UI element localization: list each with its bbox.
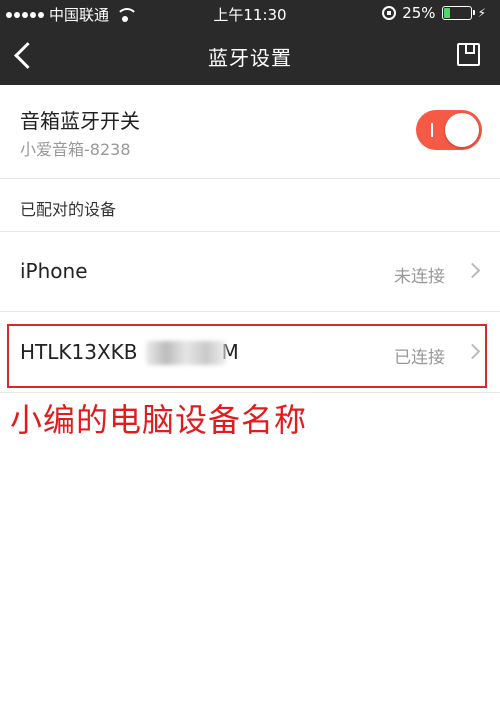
speaker-bluetooth-label: 音箱蓝牙开关 [20, 109, 140, 133]
speaker-bluetooth-row: 音箱蓝牙开关 小爱音箱-8238 [0, 85, 500, 179]
toggle-on-indicator [431, 123, 433, 137]
status-bar: 中国联通 上午11:30 25% ⚡ [0, 0, 500, 28]
charging-icon: ⚡ [477, 6, 486, 20]
status-right: 25% ⚡ [382, 4, 486, 22]
section-title: 已配对的设备 [20, 200, 117, 219]
annotation-text: 小编的电脑设备名称 [10, 401, 308, 439]
battery-fill [443, 8, 451, 18]
header: 中国联通 上午11:30 25% ⚡ 蓝牙设置 [0, 0, 500, 85]
battery-icon [441, 6, 475, 20]
highlight-box [7, 324, 487, 388]
rotation-lock-icon [382, 6, 397, 20]
battery-percent: 25% [402, 4, 436, 22]
device-row-iphone[interactable]: iPhone 未连接 [0, 232, 500, 312]
page-title: 蓝牙设置 [208, 46, 292, 70]
toggle-knob [445, 113, 479, 147]
bluetooth-toggle[interactable] [416, 110, 482, 150]
nav-bar: 蓝牙设置 [0, 28, 500, 85]
paired-devices-header: 已配对的设备 [0, 180, 500, 232]
device-status: 未连接 [394, 267, 445, 287]
chevron-right-icon [464, 262, 481, 279]
speaker-name: 小爱音箱-8238 [20, 140, 131, 159]
save-button[interactable] [457, 43, 480, 66]
device-name: iPhone [20, 259, 88, 283]
